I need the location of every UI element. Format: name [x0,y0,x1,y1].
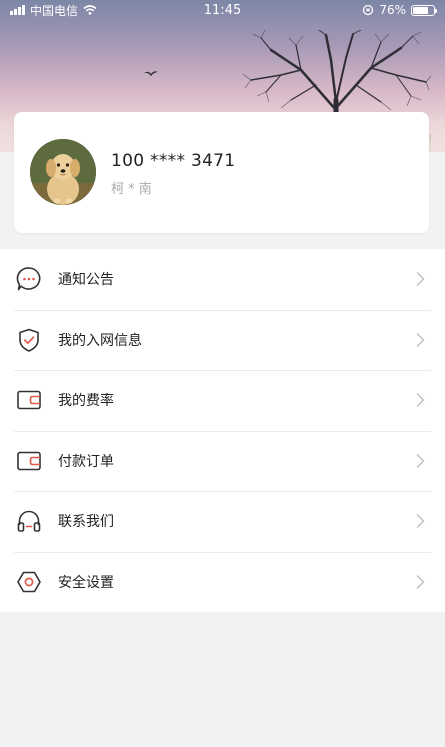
wifi-icon [83,5,97,15]
menu-item-notices[interactable]: 通知公告 [0,249,445,310]
menu-item-label: 安全设置 [58,574,114,591]
menu-item-rates[interactable]: 我的费率 [0,370,445,431]
status-bar: 中国电信 11:45 76% [0,0,445,20]
menu-item-payment-orders[interactable]: 付款订单 [0,430,445,492]
menu-item-label: 我的入网信息 [58,332,142,349]
user-name: 柯 * 南 [111,182,152,197]
chevron-right-icon [415,453,425,469]
menu-list: 通知公告 我的入网信息 我的费率 付款订单 联系我们 安全设置 [0,249,445,612]
battery-icon [411,4,437,16]
wallet-icon [15,386,43,414]
bird-icon [144,71,158,76]
menu-item-security-settings[interactable]: 安全设置 [0,551,445,613]
battery-percent: 76% [379,3,406,17]
chevron-right-icon [415,332,425,348]
chat-bubble-icon [15,265,43,293]
golden-retriever-avatar [30,139,96,205]
chevron-right-icon [415,392,425,408]
menu-item-contact-us[interactable]: 联系我们 [0,491,445,552]
wallet-icon [15,447,43,475]
phone-number: 100 **** 3471 [111,151,236,171]
menu-item-label: 我的费率 [58,393,114,410]
carrier-label: 中国电信 [30,3,79,18]
profile-card[interactable]: 100 **** 3471 柯 * 南 [14,112,429,233]
chevron-right-icon [415,574,425,590]
menu-item-label: 通知公告 [58,272,114,289]
hexagon-gear-icon [15,568,43,596]
menu-item-label: 付款订单 [58,453,114,470]
menu-item-label: 联系我们 [58,514,114,531]
shield-check-icon [15,326,43,354]
status-time: 11:45 [203,2,242,18]
avatar[interactable] [30,139,96,205]
signal-strength-icon [10,5,25,15]
menu-item-network-info[interactable]: 我的入网信息 [0,309,445,371]
headset-icon [15,507,43,535]
chevron-right-icon [415,513,425,529]
chevron-right-icon [415,271,425,287]
orientation-lock-icon [363,4,374,16]
